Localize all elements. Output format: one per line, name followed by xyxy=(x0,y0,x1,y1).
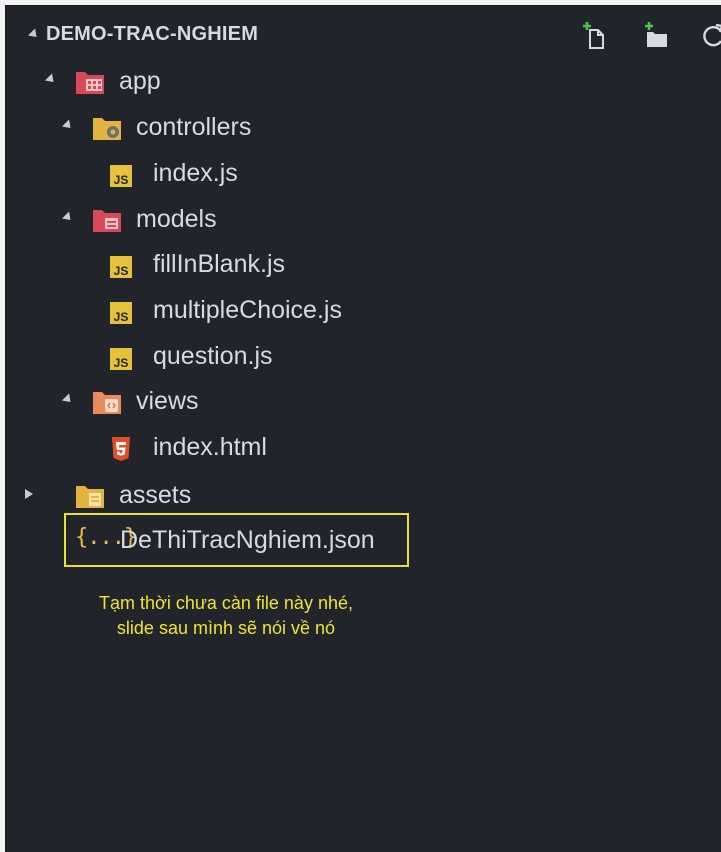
js-file-icon: JS xyxy=(110,348,132,370)
models-folder-icon xyxy=(93,210,121,232)
assets-folder-icon xyxy=(76,486,104,508)
expanded-arrow-icon[interactable] xyxy=(61,211,75,224)
new-folder-icon[interactable] xyxy=(638,18,672,52)
tree-item-label: question.js xyxy=(153,342,273,370)
js-file-icon: JS xyxy=(110,165,132,187)
tree-item-app[interactable]: app xyxy=(6,60,721,102)
file-explorer-panel: DEMO-TRAC-NGHIEM app controllers JS inde… xyxy=(5,5,721,852)
refresh-icon[interactable] xyxy=(696,18,721,52)
controllers-folder-icon xyxy=(93,118,121,140)
tree-item-dethitracnghiem-json[interactable]: {...} DeThiTracNghiem.json xyxy=(6,519,721,561)
expanded-arrow-icon[interactable] xyxy=(61,393,75,406)
js-file-icon: JS xyxy=(110,302,132,324)
expanded-arrow-icon[interactable] xyxy=(44,73,58,86)
tree-item-label: app xyxy=(119,67,161,95)
collapse-arrow-icon[interactable] xyxy=(27,28,41,41)
tree-item-label: views xyxy=(136,387,199,415)
tree-item-label: DeThiTracNghiem.json xyxy=(120,526,375,554)
tree-item-label: controllers xyxy=(136,113,252,141)
tree-item-index-html[interactable]: index.html xyxy=(6,426,721,468)
js-file-icon: JS xyxy=(110,256,132,278)
tree-item-fillinblank-js[interactable]: JS fillInBlank.js xyxy=(6,243,721,285)
tree-item-label: index.js xyxy=(153,159,238,187)
tree-item-models[interactable]: models xyxy=(6,198,721,240)
views-folder-icon xyxy=(93,392,121,414)
explorer-header[interactable]: DEMO-TRAC-NGHIEM xyxy=(6,14,721,54)
tree-item-assets[interactable]: assets xyxy=(6,474,721,516)
project-title[interactable]: DEMO-TRAC-NGHIEM xyxy=(46,23,258,46)
annotation-note: Tạm thời chưa càn file này nhé, slide sa… xyxy=(46,591,406,641)
tree-item-views[interactable]: views xyxy=(6,380,721,422)
collapsed-arrow-icon[interactable] xyxy=(25,489,33,499)
tree-item-label: assets xyxy=(119,481,192,509)
tree-item-question-js[interactable]: JS question.js xyxy=(6,335,721,377)
expanded-arrow-icon[interactable] xyxy=(61,119,75,132)
tree-item-label: index.html xyxy=(153,433,267,461)
tree-item-label: models xyxy=(136,205,217,233)
tree-item-controllers[interactable]: controllers xyxy=(6,106,721,148)
annotation-line-2: slide sau mình sẽ nói về nó xyxy=(116,618,336,638)
tree-item-label: multipleChoice.js xyxy=(153,296,342,324)
annotation-line-1: Tạm thời chưa càn file này nhé, xyxy=(99,593,353,613)
html-file-icon xyxy=(112,437,130,461)
tree-item-multiplechoice-js[interactable]: JS multipleChoice.js xyxy=(6,289,721,331)
app-folder-icon xyxy=(76,72,104,94)
tree-item-index-js[interactable]: JS index.js xyxy=(6,152,721,194)
new-file-icon[interactable] xyxy=(578,18,612,52)
tree-item-label: fillInBlank.js xyxy=(153,250,285,278)
